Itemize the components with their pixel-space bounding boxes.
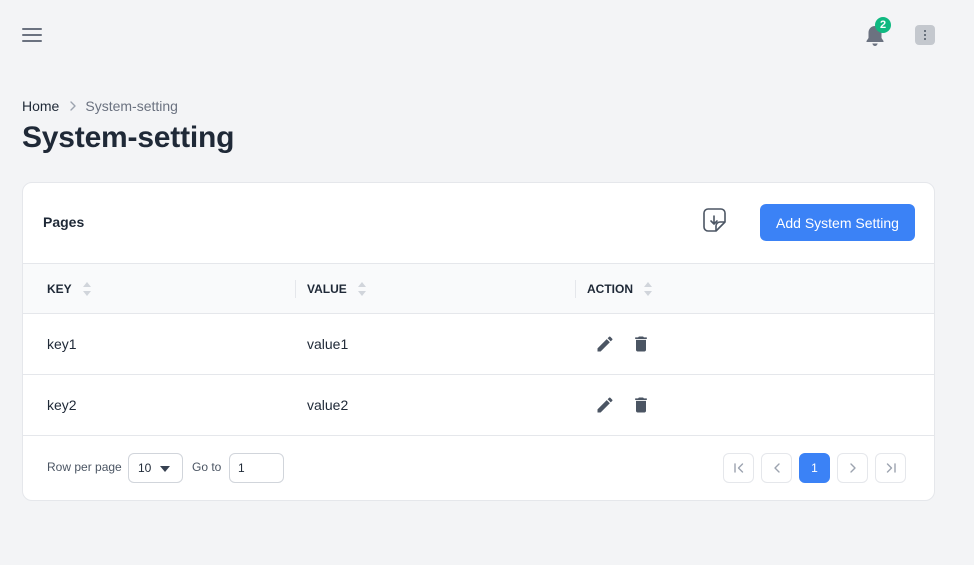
rows-per-page-value: 10: [138, 461, 152, 475]
page-button-current[interactable]: 1: [799, 453, 830, 483]
settings-card: Pages Add System Setting KEY VALUE ACTIO…: [22, 182, 935, 501]
page-title: System-setting: [22, 121, 235, 154]
column-header-action[interactable]: ACTION: [587, 264, 653, 313]
goto-label: Go to: [192, 460, 222, 474]
edit-icon[interactable]: [595, 334, 615, 354]
column-header-label: ACTION: [587, 281, 633, 296]
prev-page-icon: [773, 463, 780, 473]
chevron-right-icon: [70, 101, 77, 111]
breadcrumb-current: System-setting: [85, 98, 178, 114]
sort-icon[interactable]: [357, 281, 367, 297]
delete-icon[interactable]: [631, 334, 651, 354]
column-header-label: KEY: [47, 281, 72, 296]
hamburger-icon[interactable]: [22, 27, 42, 43]
sort-icon[interactable]: [82, 281, 92, 297]
table-row: key1 value1: [23, 314, 934, 375]
column-header-value[interactable]: VALUE: [307, 264, 367, 313]
table-footer: Row per page 10 Go to 1: [23, 436, 934, 500]
last-page-button[interactable]: [875, 453, 906, 483]
sort-icon[interactable]: [643, 281, 653, 297]
column-header-key[interactable]: KEY: [47, 264, 92, 313]
column-divider: [575, 280, 576, 298]
rows-per-page-select[interactable]: 10: [128, 453, 183, 483]
kebab-menu-icon[interactable]: [915, 25, 935, 45]
column-header-label: VALUE: [307, 281, 347, 296]
column-divider: [295, 280, 296, 298]
goto-page-input[interactable]: [229, 453, 284, 483]
breadcrumb: Home System-setting: [22, 98, 178, 114]
delete-icon[interactable]: [631, 395, 651, 415]
cell-key: key2: [47, 397, 77, 413]
card-title: Pages: [43, 214, 85, 230]
first-page-icon: [733, 463, 743, 473]
first-page-button[interactable]: [723, 453, 754, 483]
notification-badge: 2: [875, 17, 891, 33]
next-page-icon: [849, 463, 856, 473]
cell-value: value2: [307, 397, 349, 413]
export-file-icon[interactable]: [699, 205, 729, 235]
prev-page-button[interactable]: [761, 453, 792, 483]
next-page-button[interactable]: [837, 453, 868, 483]
add-system-setting-button[interactable]: Add System Setting: [760, 204, 915, 241]
last-page-icon: [886, 463, 896, 473]
cell-key: key1: [47, 336, 77, 352]
caret-down-icon: [160, 466, 170, 472]
top-bar: 2: [0, 0, 974, 70]
edit-icon[interactable]: [595, 395, 615, 415]
cell-actions: [595, 375, 651, 435]
table-header: KEY VALUE ACTION: [23, 263, 934, 314]
table-row: key2 value2: [23, 375, 934, 436]
breadcrumb-home-link[interactable]: Home: [22, 98, 59, 114]
rows-per-page-label: Row per page: [47, 460, 122, 474]
cell-value: value1: [307, 336, 349, 352]
cell-actions: [595, 314, 651, 374]
